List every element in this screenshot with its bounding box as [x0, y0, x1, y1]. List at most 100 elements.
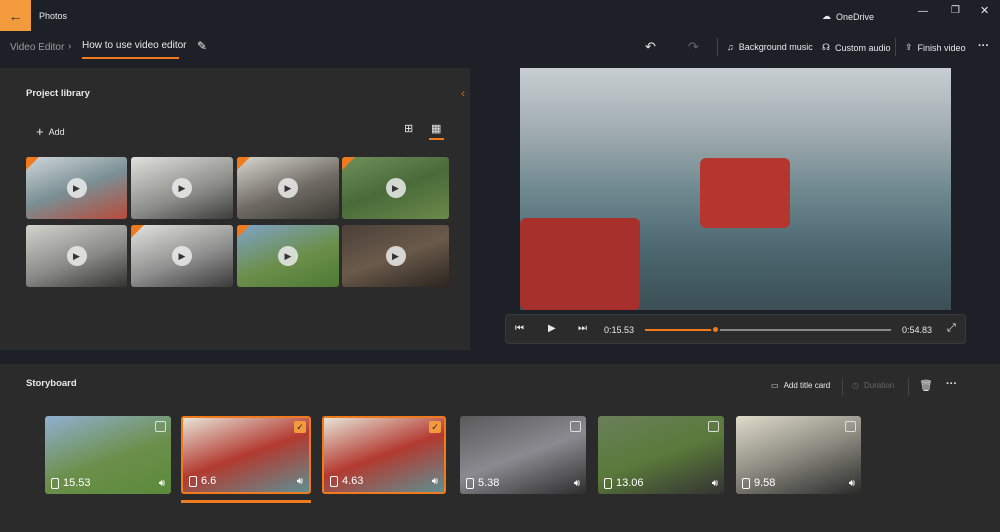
- breadcrumb-video-editor[interactable]: Video Editor: [10, 42, 64, 53]
- library-thumbnail[interactable]: ▶: [26, 225, 127, 287]
- clip-duration: 9.58: [742, 477, 775, 489]
- library-thumbnail[interactable]: ▶: [237, 157, 339, 219]
- in-use-marker: [26, 157, 39, 170]
- project-library-panel: Project library ‹ + Add ⊞ ▦ ▶ ▶ ▶ ▶ ▶ ▶ ▶ ▶: [0, 68, 470, 350]
- play-icon: ▶: [172, 246, 192, 266]
- divider: [842, 378, 843, 396]
- minimize-button[interactable]: —: [918, 6, 928, 17]
- storyboard-clip[interactable]: ✓ 6.6 🔊︎: [181, 416, 311, 494]
- play-icon: ▶: [172, 178, 192, 198]
- storyboard-clip[interactable]: 15.53 🔊︎: [45, 416, 171, 494]
- storyboard-title: Storyboard: [26, 378, 77, 389]
- duration-icon: [189, 475, 197, 487]
- seek-thumb[interactable]: [710, 325, 720, 334]
- custom-audio-button[interactable]: ☊ Custom audio: [822, 42, 891, 53]
- divider: [895, 38, 896, 56]
- checkbox[interactable]: [570, 421, 581, 432]
- finish-video-button[interactable]: ⇪ Finish video: [905, 42, 966, 53]
- background-music-button[interactable]: ♫ Background music: [727, 42, 813, 52]
- library-thumbnail[interactable]: ▶: [131, 157, 233, 219]
- pencil-icon[interactable]: ✎: [197, 39, 207, 53]
- in-use-marker: [131, 225, 144, 238]
- volume-icon[interactable]: 🔊︎: [159, 478, 165, 489]
- preview-scene: [520, 218, 640, 310]
- total-time: 0:54.83: [902, 325, 933, 335]
- checkbox[interactable]: [155, 421, 166, 432]
- storyboard-clip[interactable]: ✓ 4.63 🔊︎: [322, 416, 446, 494]
- volume-icon[interactable]: 🔊︎: [297, 476, 303, 487]
- storyboard-clip[interactable]: 13.06 🔊︎: [598, 416, 724, 494]
- volume-icon[interactable]: 🔊︎: [574, 478, 580, 489]
- checkbox-checked[interactable]: ✓: [429, 421, 441, 433]
- duration-button[interactable]: ◷ Duration: [852, 381, 894, 390]
- add-button[interactable]: + Add: [36, 124, 65, 139]
- skip-back-icon[interactable]: ⏮: [515, 323, 524, 334]
- clip-duration: 4.63: [330, 475, 363, 487]
- volume-icon[interactable]: 🔊︎: [432, 476, 438, 487]
- seek-bar[interactable]: [645, 325, 891, 334]
- player-controls: ⏮ ▶ ⏭ 0:15.53 0:54.83 ⤢: [505, 314, 966, 344]
- play-icon: ▶: [278, 178, 298, 198]
- divider: [717, 38, 718, 56]
- title-underline: [82, 57, 179, 59]
- redo-icon[interactable]: ↷: [688, 39, 699, 55]
- clock-icon: ◷: [852, 381, 859, 390]
- playing-clip-indicator: [181, 500, 311, 503]
- in-use-marker: [237, 157, 250, 170]
- maximize-button[interactable]: ❐: [951, 5, 960, 16]
- trash-icon[interactable]: 🗑: [919, 379, 933, 392]
- preview-scene: [700, 158, 790, 228]
- chevron-right-icon: ›: [68, 41, 72, 52]
- music-icon: ♫: [727, 42, 734, 52]
- duration-icon: [51, 477, 59, 489]
- skip-forward-icon[interactable]: ⏭: [578, 323, 587, 334]
- library-thumbnail[interactable]: ▶: [237, 225, 339, 287]
- close-button[interactable]: ✕: [980, 4, 989, 17]
- small-grid-icon[interactable]: ▦: [431, 122, 441, 135]
- duration-icon: [742, 477, 750, 489]
- in-use-marker: [237, 225, 250, 238]
- storyboard-clip[interactable]: 9.58 🔊︎: [736, 416, 861, 494]
- library-thumbnail[interactable]: ▶: [342, 225, 449, 287]
- large-grid-icon[interactable]: ⊞: [404, 122, 413, 135]
- storyboard-more-button[interactable]: ···: [946, 378, 957, 390]
- checkbox[interactable]: [708, 421, 719, 432]
- title-card-icon: ▭: [771, 381, 779, 390]
- library-thumbnail[interactable]: ▶: [131, 225, 233, 287]
- duration-icon: [466, 477, 474, 489]
- volume-icon[interactable]: 🔊︎: [712, 478, 718, 489]
- play-icon: ▶: [66, 178, 87, 198]
- clip-duration: 13.06: [604, 477, 644, 489]
- add-title-card-button[interactable]: ▭ Add title card: [771, 381, 830, 390]
- storyboard-clip[interactable]: 5.38 🔊︎: [460, 416, 586, 494]
- back-button[interactable]: ←: [0, 0, 31, 31]
- plus-icon: +: [36, 124, 44, 139]
- current-time: 0:15.53: [604, 325, 635, 335]
- play-icon: ▶: [66, 246, 87, 266]
- view-underline: [429, 138, 444, 140]
- checkbox[interactable]: [845, 421, 856, 432]
- undo-icon[interactable]: ↶: [645, 39, 656, 55]
- volume-icon[interactable]: 🔊︎: [849, 478, 855, 489]
- fullscreen-icon[interactable]: ⤢: [947, 322, 956, 335]
- arrow-left-icon: ←: [8, 7, 23, 24]
- person-audio-icon: ☊: [822, 42, 830, 52]
- share-icon: ⇪: [905, 42, 913, 52]
- library-thumbnail[interactable]: ▶: [342, 157, 449, 219]
- seek-progress: [645, 329, 715, 331]
- collapse-chevron-icon[interactable]: ‹: [461, 86, 465, 100]
- in-use-marker: [342, 157, 355, 170]
- app-title: Photos: [39, 11, 68, 21]
- duration-icon: [604, 477, 612, 489]
- play-icon: ▶: [385, 178, 406, 198]
- play-icon: ▶: [278, 246, 298, 266]
- library-thumbnail[interactable]: ▶: [26, 157, 127, 219]
- library-title: Project library: [26, 88, 90, 99]
- duration-icon: [330, 475, 338, 487]
- play-icon[interactable]: ▶: [548, 323, 556, 334]
- onedrive-status[interactable]: ☁ OneDrive: [822, 11, 874, 22]
- video-preview[interactable]: [520, 68, 951, 310]
- checkbox-checked[interactable]: ✓: [294, 421, 306, 433]
- more-options-button[interactable]: ···: [978, 40, 989, 52]
- project-title[interactable]: How to use video editor: [82, 40, 187, 51]
